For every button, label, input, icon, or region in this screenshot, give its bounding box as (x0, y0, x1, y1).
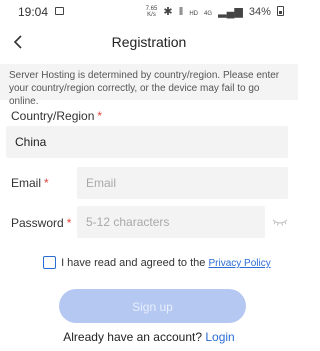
required-mark: * (66, 216, 72, 230)
mute-icon: ✱ (163, 6, 173, 18)
page-title: Registration (111, 34, 187, 50)
country-label-text: Country/Region (11, 109, 95, 123)
email-label-text: Email (11, 176, 42, 190)
battery-icon (277, 6, 284, 16)
required-mark: * (97, 109, 103, 123)
required-mark: * (44, 176, 49, 190)
status-icons: 7.65 K/s ✱ ‖ HD 4G ▂▄▆ 34% (140, 5, 284, 18)
country-selector[interactable]: China (6, 126, 288, 158)
eye-closed-icon[interactable] (270, 215, 290, 229)
email-field[interactable] (77, 167, 288, 199)
server-notice: Server Hosting is determined by country/… (0, 64, 298, 107)
login-row: Already have an account? Login (0, 330, 298, 344)
login-prompt: Already have an account? (63, 330, 203, 344)
header: Registration (0, 24, 298, 62)
password-label-text: Password (11, 216, 64, 230)
password-label: Password * (11, 216, 71, 230)
agreement-row: I have read and agreed to the Privacy Po… (43, 256, 271, 269)
battery-percent: 34% (248, 6, 271, 18)
email-label: Email * (11, 176, 49, 190)
network-label: HD (189, 11, 198, 17)
agree-checkbox[interactable] (43, 256, 56, 269)
signal-icon: ▂▄▆ (218, 6, 243, 18)
password-field[interactable] (77, 206, 265, 238)
network-speed: 7.65 K/s (143, 6, 158, 18)
country-label: Country/Region * (11, 109, 102, 123)
status-time: 19:04 (18, 5, 49, 19)
sign-up-button[interactable]: Sign up (59, 289, 246, 323)
speed-unit: K/s (147, 12, 156, 19)
image-icon (55, 7, 64, 15)
vibrate-icon: ‖ (178, 6, 184, 18)
signal-label: 4G (204, 11, 213, 17)
login-link[interactable]: Login (205, 330, 234, 344)
agreement-text: I have read and agreed to the (61, 257, 206, 269)
status-bar: 19:04 7.65 K/s ✱ ‖ HD 4G ▂▄▆ 34% (0, 0, 298, 24)
privacy-policy-link[interactable]: Privacy Policy (208, 258, 270, 269)
country-value: China (15, 135, 47, 149)
